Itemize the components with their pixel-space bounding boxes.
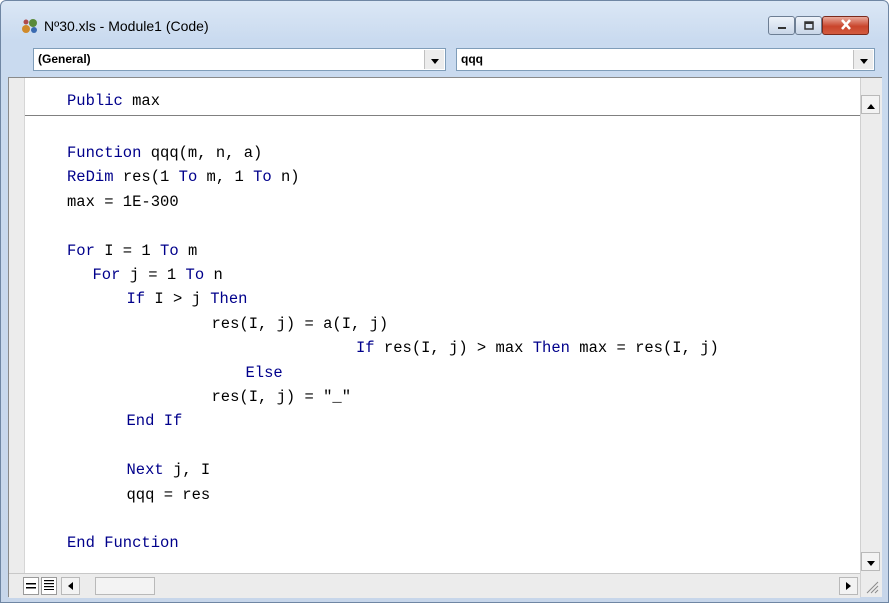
code-text: m [178, 241, 198, 260]
code-keyword: Then [532, 339, 570, 358]
code-keyword: To [160, 241, 179, 260]
procedure-combobox[interactable]: qqq [456, 48, 875, 71]
object-dropdown-button[interactable] [424, 50, 444, 69]
dropdown-arrow-icon [430, 51, 439, 69]
resize-grip-icon[interactable] [863, 578, 879, 594]
scroll-up-icon [866, 96, 875, 114]
code-keyword: End If [126, 412, 183, 431]
code-keyword: If [356, 339, 375, 358]
code-keyword: Else [245, 363, 283, 382]
code-keyword: To [185, 266, 205, 284]
maximize-button[interactable] [795, 16, 822, 35]
code-text: n) [271, 168, 300, 187]
procedure-separator [25, 115, 860, 116]
close-icon [840, 17, 852, 35]
vba-module-icon [21, 17, 39, 35]
code-keyword: To [253, 168, 272, 187]
object-combo-value: (General) [38, 52, 91, 66]
code-window: Nº30.xls - Module1 (Code) (General) qqq … [0, 0, 889, 603]
code-keyword: If [126, 290, 146, 309]
code-line: Else [246, 364, 283, 382]
code-text: res(I, j) = a(I, j) [211, 314, 389, 333]
procedure-dropdown-button[interactable] [853, 50, 873, 69]
code-text: qqq(m, n, a) [141, 144, 263, 162]
declaration-line: Public max [67, 92, 160, 110]
object-combobox[interactable]: (General) [33, 48, 446, 71]
code-keyword: For [92, 266, 121, 284]
close-button[interactable] [822, 16, 869, 35]
code-line: If res(I, j) > max Then max = res(I, j) [356, 339, 719, 357]
scroll-down-icon [866, 553, 875, 571]
code-keyword: To [178, 168, 198, 187]
full-module-view-icon [44, 577, 54, 595]
scroll-left-button[interactable] [61, 577, 80, 595]
procedure-view-icon [26, 577, 36, 595]
code-line: max = 1E-300 [67, 193, 179, 211]
code-line: ReDim res(1 To m, 1 To n) [67, 168, 300, 186]
code-keyword: Next [126, 461, 164, 480]
code-keyword: Public [67, 92, 123, 110]
code-line: qqq = res [127, 486, 211, 504]
code-keyword: Then [210, 290, 248, 309]
minimize-button[interactable] [768, 16, 795, 35]
code-line: For j = 1 To n [93, 266, 223, 284]
code-text: I > j [145, 290, 211, 309]
code-line: Next j, I [127, 461, 211, 479]
vertical-scrollbar[interactable] [860, 78, 882, 597]
code-text: res(I, j) > max [374, 339, 533, 358]
code-text: j, I [163, 461, 211, 480]
full-module-view-button[interactable] [41, 577, 57, 595]
code-text: qqq = res [126, 485, 211, 504]
code-text: res(1 [113, 168, 179, 187]
code-text: m, 1 [197, 168, 254, 187]
code-text: max = res(I, j) [569, 339, 719, 358]
code-line: End If [127, 412, 183, 430]
code-text: I = 1 [94, 241, 161, 260]
scroll-down-button[interactable] [861, 552, 880, 571]
code-text: j = 1 [120, 266, 186, 284]
code-keyword: For [67, 241, 95, 260]
procedure-combo-value: qqq [461, 52, 483, 66]
dropdown-arrow-icon [859, 51, 868, 69]
maximize-icon [803, 17, 814, 35]
code-text: res(I, j) = "_" [211, 388, 352, 406]
code-keyword: End Function [67, 534, 179, 553]
code-text: max = 1E-300 [67, 192, 179, 211]
minimize-icon [777, 17, 787, 35]
code-text: max [122, 92, 161, 110]
scroll-up-button[interactable] [861, 95, 880, 114]
scroll-right-button[interactable] [839, 577, 858, 595]
margin-indicator-bar[interactable] [9, 78, 25, 573]
scroll-right-icon [846, 577, 851, 595]
title-bar[interactable]: Nº30.xls - Module1 (Code) [1, 1, 888, 45]
code-line: res(I, j) = "_" [212, 388, 352, 406]
scroll-left-icon [68, 577, 73, 595]
window-title: Nº30.xls - Module1 (Code) [44, 18, 209, 34]
procedure-view-button[interactable] [23, 577, 39, 595]
code-line: res(I, j) = a(I, j) [212, 315, 389, 333]
code-line: If I > j Then [127, 290, 248, 308]
horizontal-scroll-thumb[interactable] [95, 577, 155, 595]
code-keyword: Function [67, 144, 142, 162]
horizontal-scrollbar[interactable] [9, 573, 860, 598]
code-line: Function qqq(m, n, a) [67, 144, 262, 162]
code-text: n [204, 266, 223, 284]
code-line: End Function [67, 534, 179, 552]
code-keyword: ReDim [67, 168, 114, 187]
code-line: For I = 1 To m [67, 242, 197, 260]
